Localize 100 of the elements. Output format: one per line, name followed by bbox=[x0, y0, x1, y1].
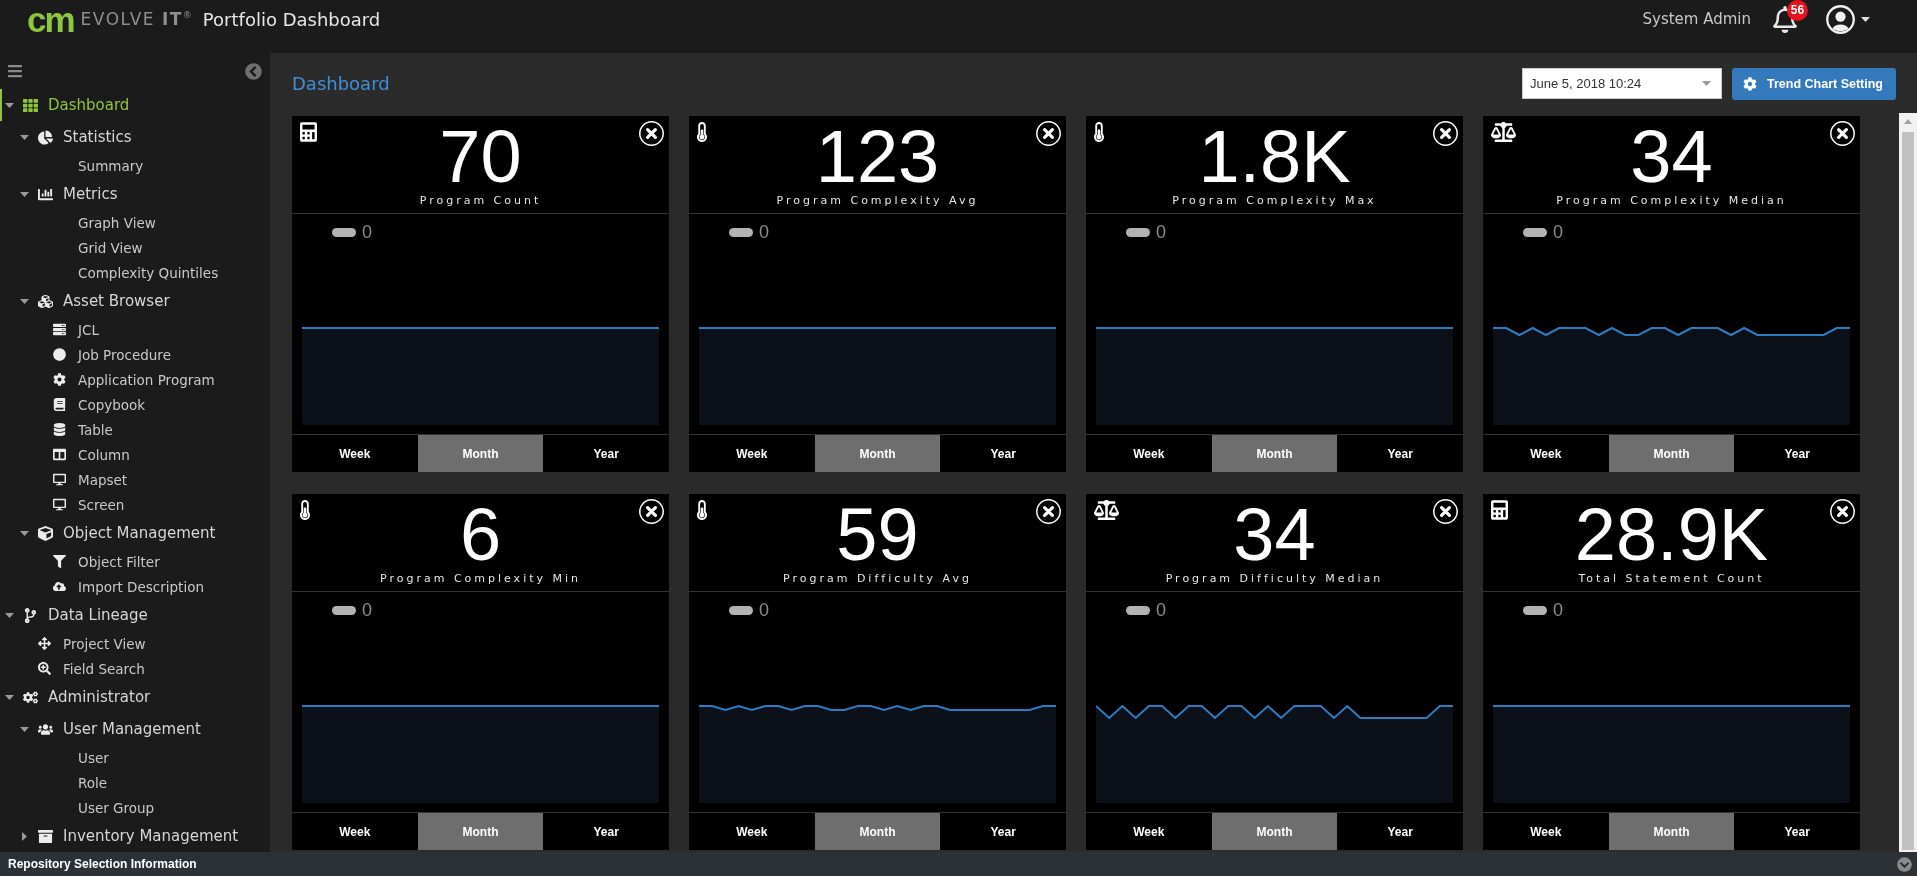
sidebar-item[interactable]: Role bbox=[73, 770, 112, 795]
menu-icon[interactable] bbox=[8, 63, 22, 79]
legend-swatch-icon bbox=[1523, 227, 1547, 237]
scrollbar-thumb[interactable] bbox=[1902, 132, 1914, 850]
legend-label: 0 bbox=[362, 599, 372, 621]
legend-swatch-icon bbox=[729, 227, 753, 237]
balance-scale-icon bbox=[1094, 500, 1119, 520]
legend-swatch-icon bbox=[729, 605, 753, 615]
sidebar-item[interactable]: Summary bbox=[73, 153, 148, 178]
filter-icon bbox=[53, 555, 66, 568]
notification-badge: 56 bbox=[1787, 0, 1808, 21]
zoom-in-icon bbox=[38, 662, 51, 675]
period-button[interactable]: Month bbox=[1608, 813, 1735, 850]
metric-label: Program Complexity Max bbox=[1172, 194, 1377, 208]
period-button[interactable]: Month bbox=[1608, 435, 1735, 472]
sidebar-item[interactable]: Table bbox=[48, 417, 117, 442]
legend-label: 0 bbox=[759, 599, 769, 621]
sidebar-item[interactable]: Administrator bbox=[0, 681, 155, 713]
close-icon[interactable] bbox=[1830, 499, 1855, 524]
balance-scale-icon bbox=[1491, 122, 1516, 142]
gear-icon bbox=[53, 373, 66, 386]
period-button[interactable]: Month bbox=[1211, 813, 1338, 850]
close-icon[interactable] bbox=[1433, 121, 1458, 146]
user-avatar-icon[interactable] bbox=[1826, 4, 1855, 34]
metric-value: 34 bbox=[1233, 498, 1316, 572]
sidebar-item[interactable]: Job Procedure bbox=[48, 342, 175, 367]
sidebar-item[interactable]: Field Search bbox=[33, 656, 149, 681]
app-title: Portfolio Dashboard bbox=[202, 8, 381, 30]
trend-chart-setting-button[interactable]: Trend Chart Setting bbox=[1732, 67, 1896, 100]
legend-swatch-icon bbox=[332, 227, 356, 237]
close-icon[interactable] bbox=[639, 121, 664, 146]
period-button[interactable]: Month bbox=[1211, 435, 1338, 472]
period-button[interactable]: Month bbox=[814, 435, 941, 472]
metric-value: 6 bbox=[459, 498, 502, 572]
sidebar-item[interactable]: Metrics bbox=[15, 178, 122, 210]
close-icon[interactable] bbox=[1036, 499, 1061, 524]
thermometer-icon bbox=[300, 500, 310, 520]
monitor-icon bbox=[53, 498, 66, 511]
sidebar-item[interactable]: Data Lineage bbox=[0, 599, 152, 631]
logo-text: EVOLVE IT$^{®}$ bbox=[80, 10, 192, 28]
sidebar-item[interactable]: Complexity Quintiles bbox=[73, 260, 223, 285]
sidebar-item[interactable]: Statistics bbox=[15, 121, 136, 153]
calculator-icon bbox=[1491, 500, 1508, 520]
close-icon[interactable] bbox=[639, 499, 664, 524]
columns-icon bbox=[53, 448, 66, 461]
sidebar-item[interactable]: Project View bbox=[33, 631, 150, 656]
metric-value: 28.9K bbox=[1574, 498, 1769, 572]
sidebar-item[interactable]: Inventory Management bbox=[15, 820, 243, 852]
sidebar-item[interactable]: Copybook bbox=[48, 392, 150, 417]
metric-value: 123 bbox=[815, 120, 940, 194]
metric-label: Program Difficulty Median bbox=[1165, 572, 1384, 586]
monitor-icon bbox=[53, 473, 66, 486]
date-select[interactable]: June 5, 2018 10:24 bbox=[1522, 68, 1722, 99]
sidebar-item[interactable]: Dashboard bbox=[0, 89, 134, 121]
metric-value: 1.8K bbox=[1198, 120, 1351, 194]
legend-swatch-icon bbox=[1523, 605, 1547, 615]
move-arrows-icon bbox=[38, 637, 51, 650]
sidebar-item[interactable]: Object Management bbox=[15, 517, 220, 549]
pie-chart-icon bbox=[38, 129, 53, 145]
sidebar-item[interactable]: Grid View bbox=[73, 235, 147, 260]
panel-title: Repository Selection Information bbox=[8, 857, 197, 871]
metric-label: Program Count bbox=[419, 194, 542, 208]
sidebar-item[interactable]: Object Filter bbox=[48, 549, 164, 574]
close-icon[interactable] bbox=[1036, 121, 1061, 146]
sidebar-item[interactable]: Column bbox=[48, 442, 134, 467]
page-title: Dashboard bbox=[292, 73, 390, 94]
sidebar-item[interactable]: User bbox=[73, 745, 113, 770]
thermometer-icon bbox=[1094, 122, 1104, 142]
legend-label: 0 bbox=[759, 221, 769, 243]
sidebar-item[interactable]: Screen bbox=[48, 492, 129, 517]
caret-down-icon[interactable] bbox=[1861, 16, 1870, 22]
sidebar-item[interactable]: Application Program bbox=[48, 367, 219, 392]
close-icon[interactable] bbox=[1433, 499, 1458, 524]
metric-value: 34 bbox=[1630, 120, 1713, 194]
metric-label: Program Complexity Avg bbox=[776, 194, 979, 208]
period-button[interactable]: Month bbox=[417, 813, 544, 850]
metric-value: 59 bbox=[836, 498, 919, 572]
sidebar-item[interactable]: Import Description bbox=[48, 574, 208, 599]
thermometer-icon bbox=[697, 500, 707, 520]
scrollbar[interactable] bbox=[1899, 113, 1917, 852]
users-icon bbox=[38, 721, 53, 737]
period-button[interactable]: Month bbox=[814, 813, 941, 850]
close-icon[interactable] bbox=[1830, 121, 1855, 146]
sidebar-item[interactable]: JCL bbox=[48, 317, 103, 342]
sidebar-item[interactable]: Asset Browser bbox=[15, 285, 174, 317]
sidebar-item[interactable]: Graph View bbox=[73, 210, 160, 235]
legend-label: 0 bbox=[1156, 599, 1166, 621]
sidebar-item[interactable]: User Group bbox=[73, 795, 159, 820]
bar-chart-icon bbox=[38, 186, 53, 202]
chevron-left-icon[interactable] bbox=[245, 62, 262, 80]
book-icon bbox=[53, 398, 66, 411]
sidebar-item[interactable]: User Management bbox=[15, 713, 205, 745]
metric-label: Total Statement Count bbox=[1578, 572, 1765, 586]
chevron-down-icon[interactable] bbox=[1897, 856, 1912, 872]
branch-icon bbox=[23, 607, 38, 623]
grid-icon bbox=[23, 97, 38, 113]
legend-swatch-icon bbox=[1126, 227, 1150, 237]
sidebar-item[interactable]: Mapset bbox=[48, 467, 132, 492]
period-button[interactable]: Month bbox=[417, 435, 544, 472]
logo-mark: cm bbox=[27, 1, 74, 37]
